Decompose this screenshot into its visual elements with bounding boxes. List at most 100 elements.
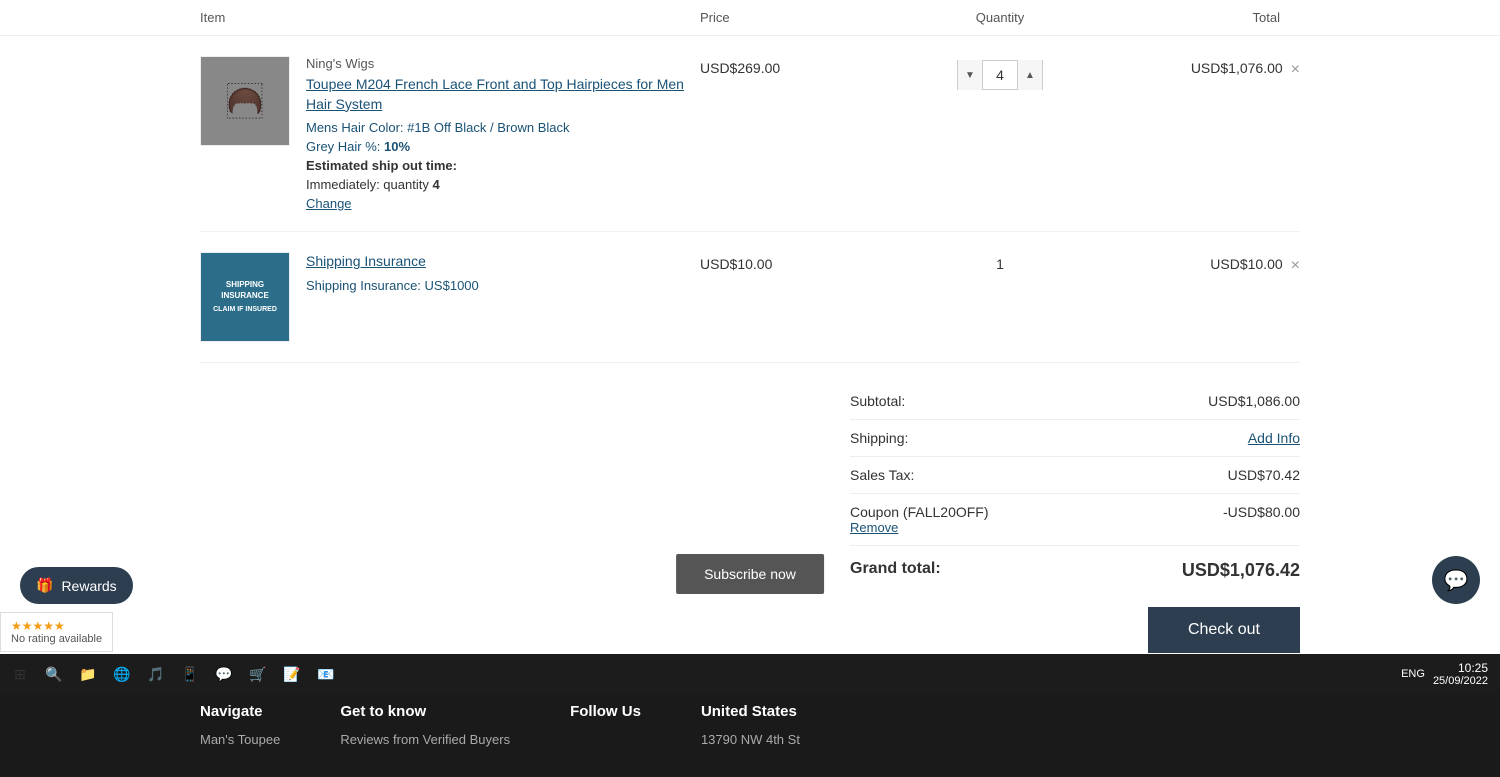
footer-get-to-know: Get to know Reviews from Verified Buyers — [340, 703, 510, 747]
header-total-col: Total — [1100, 10, 1300, 25]
rewards-icon: 🎁 — [36, 577, 53, 594]
grand-total-label: Grand total: — [850, 560, 941, 581]
row1-price: USD$269.00 — [700, 56, 900, 76]
browser-icon[interactable]: 🌐 — [106, 658, 138, 690]
remove-coupon-link[interactable]: Remove — [850, 520, 989, 535]
coupon-section: Coupon (FALL20OFF) Remove — [850, 504, 989, 535]
get-to-know-title: Get to know — [340, 703, 510, 720]
file-explorer-icon[interactable]: 📁 — [72, 658, 104, 690]
subtotal-row: Subtotal: USD$1,086.00 — [850, 383, 1300, 420]
rewards-button[interactable]: 🎁 Rewards — [20, 567, 133, 604]
start-button[interactable]: ⊞ — [4, 658, 36, 690]
grey-hair-value: 10% — [384, 139, 410, 154]
grey-hair-label: Grey Hair %: — [306, 139, 380, 154]
qty-decrease-button[interactable]: ▼ — [958, 60, 982, 90]
app-icon-5[interactable]: 📧 — [310, 658, 342, 690]
subscribe-button[interactable]: Subscribe now — [676, 554, 824, 594]
shipping-attr-value: US$1000 — [425, 278, 479, 293]
taskbar-date: 25/09/2022 — [1433, 675, 1488, 687]
coupon-row: Coupon (FALL20OFF) Remove -USD$80.00 — [850, 494, 1300, 546]
navigate-item: Man's Toupee — [200, 732, 280, 747]
get-to-know-item: Reviews from Verified Buyers — [340, 732, 510, 747]
header-quantity-col: Quantity — [900, 10, 1100, 25]
ship-out-label: Estimated ship out time: — [306, 158, 700, 173]
row2-total: USD$10.00 × — [1100, 252, 1300, 274]
taskbar-time: 10:25 — [1433, 661, 1488, 675]
sales-tax-row: Sales Tax: USD$70.42 — [850, 457, 1300, 494]
rewards-label: Rewards — [61, 578, 116, 594]
add-info-link[interactable]: Add Info — [1248, 430, 1300, 446]
footer-region: United States 13790 NW 4th St — [701, 703, 800, 747]
change-link[interactable]: Change — [306, 196, 700, 211]
shipping-row: Shipping: Add Info — [850, 420, 1300, 457]
item-col: 🦱 Ning's Wigs Toupee M204 French Lace Fr… — [200, 56, 700, 211]
search-taskbar-icon[interactable]: 🔍 — [38, 658, 70, 690]
footer-follow-us: Follow Us — [570, 703, 641, 747]
ship-time-text: Immediately: quantity — [306, 177, 429, 192]
table-row: SHIPPINGINSURANCECLAIM IF INSURED Shippi… — [200, 232, 1300, 363]
rating-stars: ★★★★★ — [11, 619, 102, 633]
subtotal-value: USD$1,086.00 — [1208, 393, 1300, 409]
region-title: United States — [701, 703, 800, 720]
shipping-image: SHIPPINGINSURANCECLAIM IF INSURED — [200, 252, 290, 342]
row1-total-value: USD$1,076.00 — [1191, 60, 1283, 76]
product-info: Shipping Insurance Shipping Insurance: U… — [306, 252, 700, 342]
follow-us-title: Follow Us — [570, 703, 641, 720]
taskbar-right: ENG 10:25 25/09/2022 — [1401, 661, 1496, 687]
shipping-attr-label: Shipping Insurance: — [306, 278, 421, 293]
app-icon-1[interactable]: 📱 — [174, 658, 206, 690]
hair-color-attr: Mens Hair Color: #1B Off Black / Brown B… — [306, 120, 700, 135]
quantity-stepper[interactable]: ▼ 4 ▲ — [957, 60, 1043, 90]
taskbar: ⊞ 🔍 📁 🌐 🎵 📱 💬 🛒 📝 📧 ENG 10:25 25/09/2022 — [0, 654, 1500, 694]
cart-header: Item Price Quantity Total — [0, 0, 1500, 36]
row2-total-value: USD$10.00 — [1210, 256, 1282, 272]
header-item-col: Item — [200, 10, 700, 25]
rating-text: No rating available — [11, 633, 102, 645]
product-title-link[interactable]: Toupee M204 French Lace Front and Top Ha… — [306, 75, 700, 114]
product-image: 🦱 — [200, 56, 290, 146]
app-icon-3[interactable]: 🛒 — [242, 658, 274, 690]
row1-total: USD$1,076.00 × — [1100, 56, 1300, 78]
row2-remove-button[interactable]: × — [1291, 258, 1300, 274]
subtotal-label: Subtotal: — [850, 393, 905, 409]
summary-table: Subtotal: USD$1,086.00 Shipping: Add Inf… — [850, 383, 1300, 595]
footer-navigate: Navigate Man's Toupee — [200, 703, 280, 747]
ship-time: Immediately: quantity 4 — [306, 177, 700, 192]
ship-qty: 4 — [432, 177, 439, 192]
coupon-value: -USD$80.00 — [1223, 504, 1300, 535]
coupon-label: Coupon (FALL20OFF) — [850, 504, 989, 520]
row1-quantity: ▼ 4 ▲ — [900, 56, 1100, 90]
chat-button[interactable]: 💬 — [1432, 556, 1480, 604]
qty-increase-button[interactable]: ▲ — [1018, 60, 1042, 90]
row1-remove-button[interactable]: × — [1291, 62, 1300, 78]
item-col: SHIPPINGINSURANCECLAIM IF INSURED Shippi… — [200, 252, 700, 342]
app-icon-2[interactable]: 💬 — [208, 658, 240, 690]
shipping-title-link[interactable]: Shipping Insurance — [306, 252, 700, 272]
region-address: 13790 NW 4th St — [701, 732, 800, 747]
taskbar-datetime: 10:25 25/09/2022 — [1433, 661, 1488, 687]
shipping-label: Shipping: — [850, 430, 908, 446]
grey-hair-attr: Grey Hair %: 10% — [306, 139, 700, 154]
header-price-col: Price — [700, 10, 900, 25]
shipping-attr: Shipping Insurance: US$1000 — [306, 278, 700, 293]
spotify-icon[interactable]: 🎵 — [140, 658, 172, 690]
chat-icon: 💬 — [1444, 568, 1469, 593]
row2-price: USD$10.00 — [700, 252, 900, 272]
app-icon-4[interactable]: 📝 — [276, 658, 308, 690]
rating-badge: ★★★★★ No rating available — [0, 612, 113, 652]
grand-total-value: USD$1,076.42 — [1182, 560, 1300, 581]
taskbar-lang: ENG — [1401, 668, 1425, 680]
table-row: 🦱 Ning's Wigs Toupee M204 French Lace Fr… — [200, 36, 1300, 232]
checkout-button[interactable]: Check out — [1148, 607, 1300, 653]
brand-name: Ning's Wigs — [306, 56, 700, 71]
hair-color-label: Mens Hair Color: — [306, 120, 404, 135]
grand-total-row: Grand total: USD$1,076.42 — [850, 546, 1300, 595]
qty-value: 4 — [982, 60, 1018, 90]
navigate-title: Navigate — [200, 703, 280, 720]
cart-summary: Subtotal: USD$1,086.00 Shipping: Add Inf… — [0, 363, 1500, 673]
row2-quantity: 1 — [900, 252, 1100, 272]
product-info: Ning's Wigs Toupee M204 French Lace Fron… — [306, 56, 700, 211]
hair-color-value: #1B Off Black / Brown Black — [407, 120, 569, 135]
sales-tax-label: Sales Tax: — [850, 467, 914, 483]
cart-rows: 🦱 Ning's Wigs Toupee M204 French Lace Fr… — [0, 36, 1500, 363]
